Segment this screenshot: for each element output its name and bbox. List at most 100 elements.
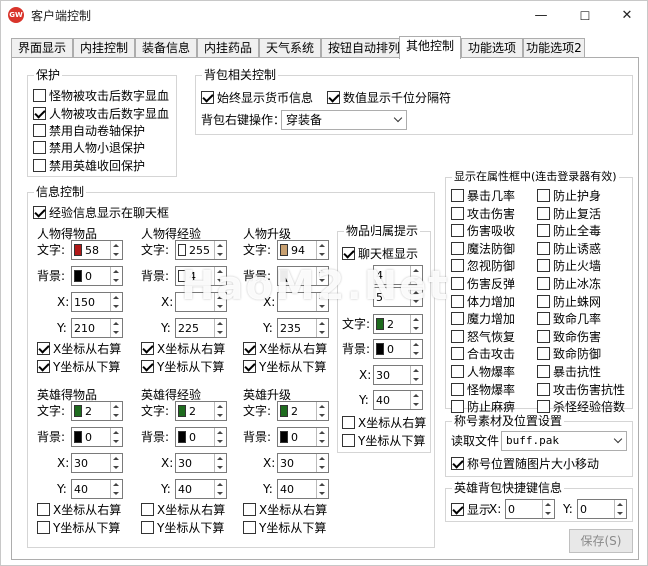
checkbox[interactable] (537, 258, 550, 272)
checkbox[interactable] (33, 88, 46, 102)
spinner[interactable] (214, 428, 226, 446)
checkbox[interactable] (451, 364, 464, 378)
tab-plugin-control[interactable]: 内挂控制 (73, 38, 135, 58)
spinner[interactable] (110, 428, 122, 446)
hero-item-y-bottom[interactable]: Y坐标从下算 (37, 519, 120, 535)
spinner[interactable] (410, 315, 422, 333)
hero-item-x-right[interactable]: X坐标从右算 (37, 501, 121, 517)
hero-exp-y-field[interactable]: 40 (175, 479, 227, 499)
hero-bag-x-field[interactable]: 0 (505, 499, 555, 519)
spinner[interactable] (214, 402, 226, 420)
checkbox[interactable] (243, 359, 256, 373)
checkbox[interactable] (141, 341, 154, 355)
attr-left-item[interactable]: 怪物爆率 (451, 381, 515, 397)
spinner[interactable] (214, 480, 226, 498)
close-button[interactable]: ✕ (607, 1, 647, 31)
attr-right-item[interactable]: 致命几率 (537, 310, 601, 326)
player-item-y-bottom[interactable]: Y坐标从下算 (37, 358, 120, 374)
owner-text-field[interactable]: 2 (373, 314, 423, 334)
player-exp-y-bottom[interactable]: Y坐标从下算 (141, 358, 224, 374)
hero-exp-bg-field[interactable]: 0 (175, 427, 227, 447)
spinner[interactable] (214, 454, 226, 472)
owner-x-field[interactable]: 30 (373, 365, 423, 385)
title-file-select[interactable]: buff.pak (501, 431, 627, 451)
maximize-button[interactable]: ☐ (565, 1, 605, 31)
player-level-text-field[interactable]: 94 (277, 240, 329, 260)
owner-bg-field[interactable]: 0 (373, 339, 423, 359)
hero-level-y-field[interactable]: 40 (277, 479, 329, 499)
spinner[interactable] (110, 267, 122, 285)
checkbox[interactable] (451, 311, 464, 325)
checkbox[interactable] (451, 188, 464, 202)
color-swatch[interactable] (178, 270, 186, 282)
attr-right-item[interactable]: 防止诱惑 (537, 240, 601, 256)
hero-level-y-bottom[interactable]: Y坐标从下算 (243, 519, 326, 535)
title-follow-size[interactable]: 称号位置随图片大小移动 (451, 455, 599, 471)
checkbox[interactable] (141, 520, 154, 534)
attr-left-item[interactable]: 伤害吸收 (451, 222, 515, 238)
hero-bag-show[interactable]: 显示 (451, 501, 491, 517)
attr-right-item[interactable]: 防止火墙 (537, 257, 601, 273)
spinner[interactable] (410, 391, 422, 409)
checkbox[interactable] (243, 520, 256, 534)
color-swatch[interactable] (280, 405, 288, 417)
checkbox[interactable] (33, 205, 46, 219)
checkbox[interactable] (451, 276, 464, 290)
player-exp-text-field[interactable]: 255 (175, 240, 227, 260)
spinner[interactable] (316, 293, 328, 311)
spinner[interactable] (316, 241, 328, 259)
tab-function-options-2[interactable]: 功能选项2 (523, 38, 585, 58)
attr-right-item[interactable]: 致命防御 (537, 345, 601, 361)
color-swatch[interactable] (74, 405, 82, 417)
protect-small-logout[interactable]: 禁用人物小退保护 (33, 139, 145, 155)
spinner[interactable] (316, 319, 328, 337)
checkbox[interactable] (342, 415, 355, 429)
attr-right-item[interactable]: 防止蛛网 (537, 293, 601, 309)
color-swatch[interactable] (74, 431, 82, 443)
checkbox[interactable] (33, 123, 46, 137)
spinner[interactable] (316, 267, 328, 285)
attr-right-item[interactable]: 防止全毒 (537, 222, 601, 238)
player-level-x-field[interactable] (277, 292, 329, 312)
spinner[interactable] (214, 267, 226, 285)
attr-right-item[interactable]: 致命伤害 (537, 328, 601, 344)
player-item-x-field[interactable]: 150 (71, 292, 123, 312)
spinner[interactable] (316, 428, 328, 446)
spinner[interactable] (542, 500, 554, 518)
owner-partial-x-field[interactable]: 4 (373, 265, 423, 285)
checkbox[interactable] (33, 140, 46, 154)
checkbox[interactable] (537, 399, 550, 413)
attr-right-item[interactable]: 攻击伤害抗性 (537, 381, 625, 397)
hero-bag-y-field[interactable]: 0 (577, 499, 627, 519)
checkbox[interactable] (451, 241, 464, 255)
checkbox[interactable] (342, 246, 355, 260)
player-item-bg-field[interactable]: 0 (71, 266, 123, 286)
checkbox[interactable] (537, 364, 550, 378)
checkbox[interactable] (37, 359, 50, 373)
tab-function-options[interactable]: 功能选项 (461, 38, 523, 58)
attr-right-item[interactable]: 暴击抗性 (537, 363, 601, 379)
player-exp-x-field[interactable] (175, 292, 227, 312)
attr-left-item[interactable]: 人物爆率 (451, 363, 515, 379)
checkbox[interactable] (451, 382, 464, 396)
attr-left-item[interactable]: 攻击伤害 (451, 205, 515, 221)
checkbox[interactable] (451, 329, 464, 343)
hero-item-bg-field[interactable]: 0 (71, 427, 123, 447)
protect-hero-recall[interactable]: 禁用英雄收回保护 (33, 157, 145, 173)
checkbox[interactable] (537, 206, 550, 220)
attr-left-item[interactable]: 合击攻击 (451, 345, 515, 361)
tab-button-arrange[interactable]: 按钮自动排列 (321, 38, 407, 58)
player-level-bg-field[interactable] (277, 266, 329, 286)
player-item-y-field[interactable]: 210 (71, 318, 123, 338)
player-level-y-bottom[interactable]: Y坐标从下算 (243, 358, 326, 374)
tab-equipment[interactable]: 装备信息 (135, 38, 197, 58)
hero-item-y-field[interactable]: 40 (71, 479, 123, 499)
hero-item-x-field[interactable]: 30 (71, 453, 123, 473)
attr-right-item[interactable]: 防止冰冻 (537, 275, 601, 291)
checkbox[interactable] (451, 223, 464, 237)
info-exp-chat[interactable]: 经验信息显示在聊天框 (33, 204, 169, 220)
hero-item-text-field[interactable]: 2 (71, 401, 123, 421)
checkbox[interactable] (33, 158, 46, 172)
checkbox[interactable] (451, 258, 464, 272)
color-swatch[interactable] (280, 431, 288, 443)
